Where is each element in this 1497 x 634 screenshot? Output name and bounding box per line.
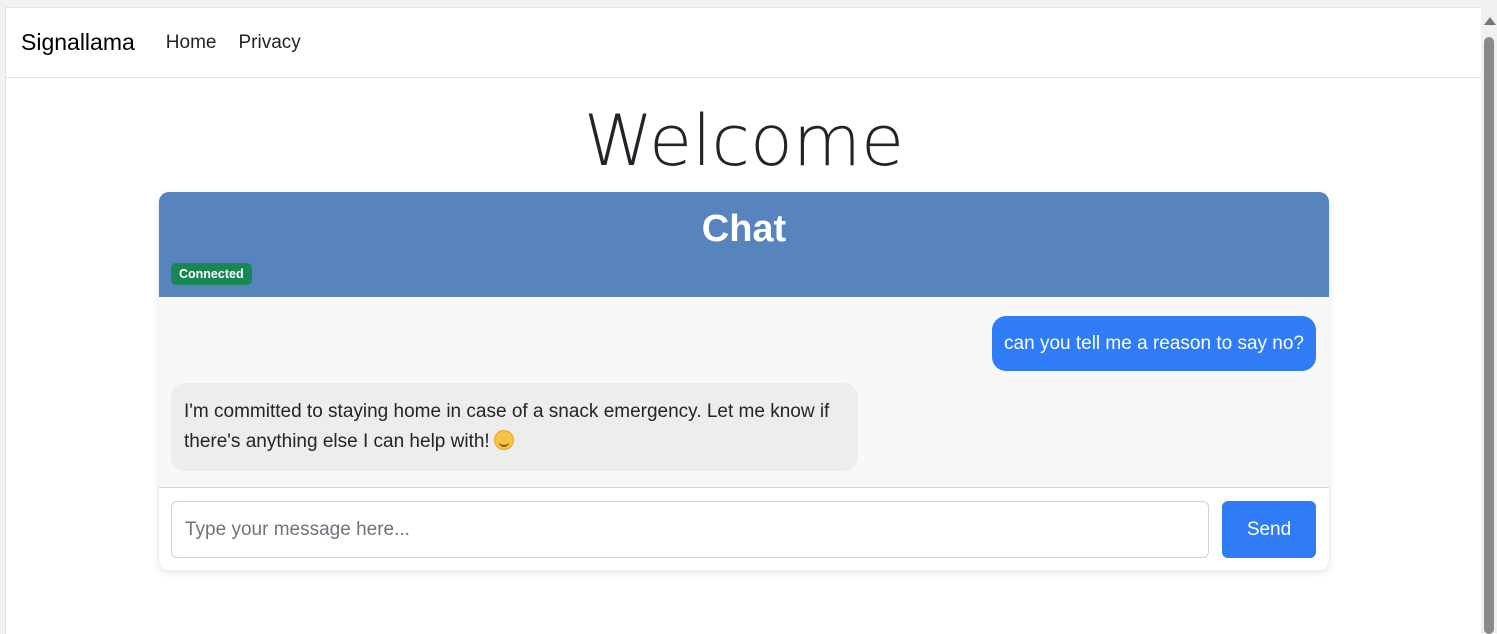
nav-link-privacy[interactable]: Privacy bbox=[238, 32, 300, 54]
chat-panel: Chat Connected can you tell me a reason … bbox=[159, 192, 1329, 570]
status-badge: Connected bbox=[171, 263, 252, 285]
page-title: Welcome bbox=[583, 100, 905, 182]
assistant-message: I'm committed to staying home in case of… bbox=[171, 383, 858, 471]
chat-input-area: Send bbox=[159, 487, 1329, 570]
navbar-brand[interactable]: Signallama bbox=[21, 29, 135, 56]
scrollbar-thumb[interactable] bbox=[1484, 37, 1494, 634]
scroll-up-arrow-icon[interactable] bbox=[1484, 17, 1496, 25]
navbar: Signallama Home Privacy bbox=[6, 8, 1482, 78]
chat-header: Chat Connected bbox=[159, 192, 1329, 297]
send-button[interactable]: Send bbox=[1222, 501, 1316, 558]
smiling-face-icon bbox=[493, 430, 514, 450]
page: Signallama Home Privacy Welcome Chat Con… bbox=[5, 7, 1482, 634]
scrollbar[interactable] bbox=[1481, 7, 1497, 634]
nav-link-home[interactable]: Home bbox=[166, 32, 217, 54]
message-input[interactable] bbox=[171, 501, 1209, 558]
chat-title: Chat bbox=[701, 208, 787, 250]
user-message: can you tell me a reason to say no? bbox=[992, 316, 1316, 371]
